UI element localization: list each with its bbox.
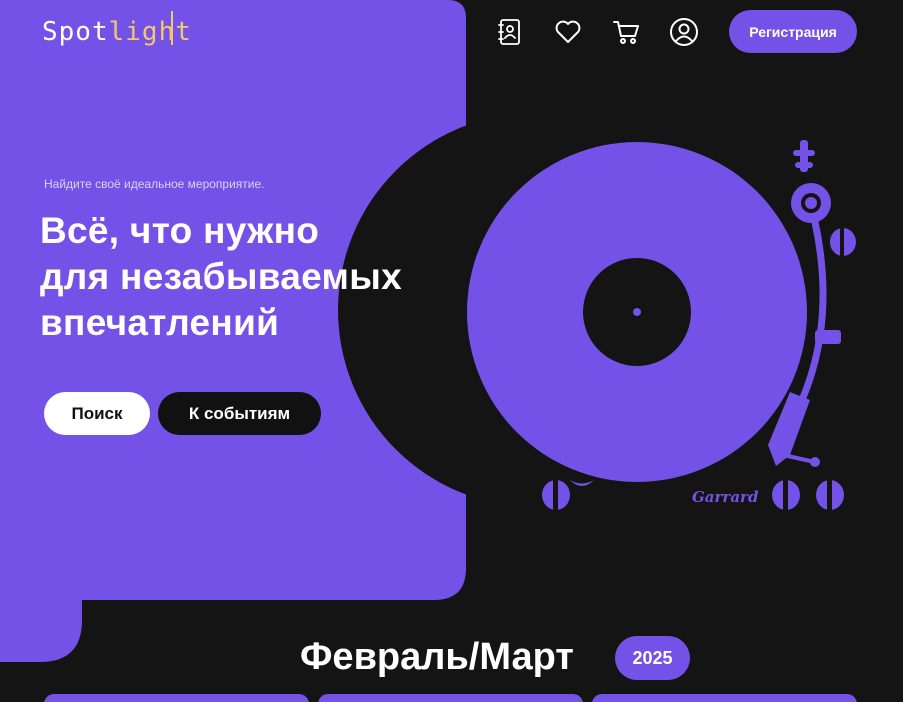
- landing-page: Garrard Spotlight Регистрация Найдите св…: [0, 0, 903, 702]
- logo-text-spot: Spot: [42, 17, 109, 47]
- event-card[interactable]: [318, 694, 583, 702]
- section-title: Февраль/Март: [300, 636, 574, 678]
- search-button[interactable]: Поиск: [44, 392, 150, 435]
- logo-text-light: light: [108, 17, 192, 47]
- register-button[interactable]: Регистрация: [729, 10, 857, 53]
- hero-title: Всё, что нужно для незабываемых впечатле…: [40, 208, 460, 346]
- hero-tagline: Найдите своё идеальное мероприятие.: [44, 177, 265, 191]
- turntable-brand-text: Garrard: [692, 488, 759, 506]
- hero-title-line-2: для незабываемых: [40, 256, 402, 297]
- user-icon[interactable]: [669, 17, 699, 47]
- event-card[interactable]: [44, 694, 309, 702]
- event-card[interactable]: [592, 694, 857, 702]
- logo-accent-tick: [171, 11, 173, 45]
- hero-title-line-1: Всё, что нужно: [40, 210, 320, 251]
- logo-text: Spotlight: [42, 19, 192, 45]
- heart-icon[interactable]: [553, 17, 583, 47]
- year-badge: 2025: [615, 636, 690, 680]
- hero-title-line-3: впечатлений: [40, 302, 280, 343]
- contacts-book-icon[interactable]: [495, 17, 525, 47]
- cart-icon[interactable]: [611, 17, 641, 47]
- events-button[interactable]: К событиям: [158, 392, 321, 435]
- logo[interactable]: Spotlight: [42, 10, 191, 54]
- record-spindle: [633, 308, 641, 316]
- hero-background: Garrard: [0, 0, 856, 662]
